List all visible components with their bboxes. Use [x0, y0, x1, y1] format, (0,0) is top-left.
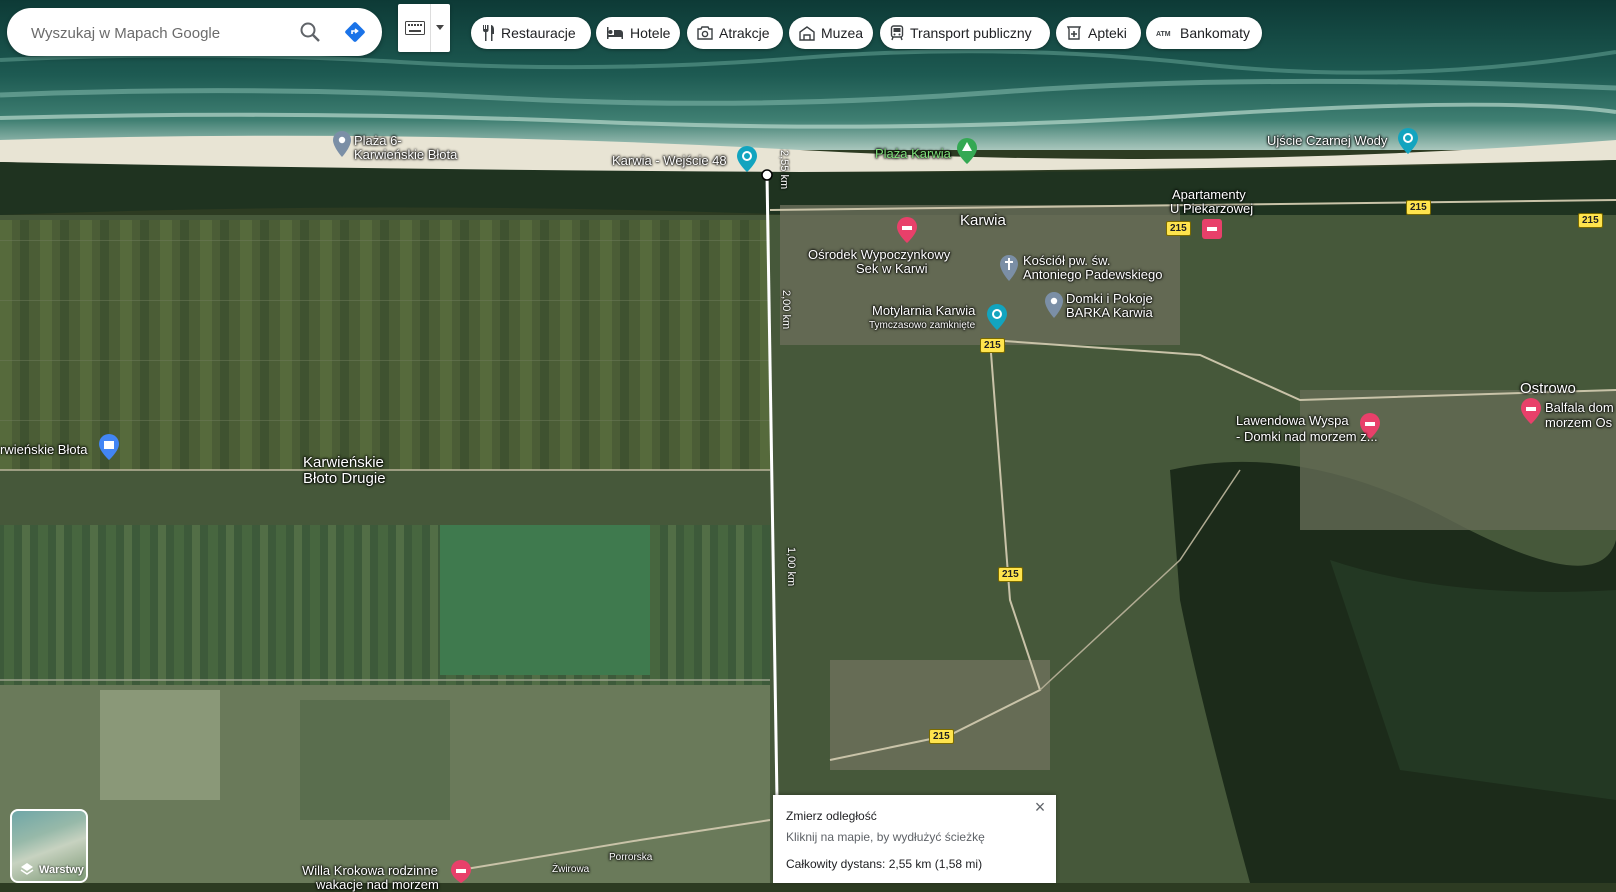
attraction-pin-icon[interactable]	[987, 304, 1007, 330]
distance-label: 2,00 km	[780, 290, 792, 330]
place-label[interactable]: Kościół pw. św.	[1023, 254, 1110, 268]
place-label[interactable]: U Piekarzowej	[1170, 202, 1253, 216]
place-label[interactable]: Karwieńskie Błota	[354, 148, 457, 162]
church-pin-icon[interactable]	[1000, 255, 1018, 281]
street-label: Żwirowa	[552, 864, 590, 875]
pharmacy-icon	[1066, 26, 1082, 40]
place-label[interactable]: rwieńskie Błota	[0, 443, 87, 457]
divider	[430, 4, 431, 52]
place-label[interactable]: Willa Krokowa rodzinne	[302, 864, 438, 878]
road-shield: 215	[998, 567, 1023, 582]
chip-label: Restauracje	[501, 25, 576, 41]
place-label[interactable]: Lawendowa Wyspa	[1236, 414, 1349, 428]
place-label[interactable]: Plaża Karwia	[875, 147, 951, 161]
road-shield: 215	[1578, 213, 1603, 228]
transit-icon	[890, 25, 904, 41]
shopping-pin-icon[interactable]	[99, 434, 119, 460]
chip-atms[interactable]: ATM Bankomaty	[1146, 17, 1262, 49]
town-label: Karwia	[960, 212, 1006, 229]
chip-label: Transport publiczny	[910, 25, 1032, 41]
keyboard-icon	[405, 21, 425, 35]
place-status: Tymczasowo zamknięte	[869, 320, 976, 331]
measure-title: Zmierz odległość	[786, 809, 877, 823]
chip-hotels[interactable]: Hotele	[596, 17, 680, 49]
search-input[interactable]	[29, 20, 283, 46]
road-shield: 215	[1166, 221, 1191, 236]
layers-button[interactable]: Warstwy	[10, 809, 88, 883]
measure-total: Całkowity dystans: 2,55 km (1,58 mi)	[786, 857, 983, 871]
town-label: Ostrowo	[1520, 380, 1576, 397]
place-label[interactable]: Plaża 6-	[354, 134, 402, 148]
chip-label: Hotele	[630, 25, 671, 41]
restaurant-icon	[483, 25, 494, 41]
chip-attractions[interactable]: Atrakcje	[687, 17, 783, 49]
place-label[interactable]: Motylarnia Karwia	[872, 304, 975, 318]
directions-icon[interactable]	[343, 20, 367, 44]
place-label[interactable]: morzem Os	[1545, 416, 1612, 430]
distance-label: 2,55 km	[778, 150, 790, 190]
road-shield: 215	[1406, 200, 1431, 215]
chip-label: Bankomaty	[1180, 25, 1251, 41]
hotel-pin-icon[interactable]	[1202, 219, 1222, 239]
park-pin-icon[interactable]	[957, 138, 977, 164]
place-label[interactable]: Ośrodek Wypoczynkowy	[808, 248, 950, 262]
chip-restaurants[interactable]: Restauracje	[471, 17, 591, 49]
hotel-pin-icon[interactable]	[1521, 398, 1541, 424]
place-pin-icon[interactable]	[333, 131, 351, 157]
attraction-pin-icon[interactable]	[737, 146, 757, 172]
chip-pharmacies[interactable]: Apteki	[1056, 17, 1141, 49]
place-pin-icon[interactable]	[1045, 292, 1063, 318]
place-label[interactable]: Sek w Karwi	[856, 262, 928, 276]
svg-text:ATM: ATM	[1156, 31, 1171, 38]
place-label[interactable]: Apartamenty	[1172, 188, 1246, 202]
atm-icon: ATM	[1156, 31, 1171, 38]
close-icon[interactable]: ×	[1030, 797, 1050, 817]
attraction-pin-icon[interactable]	[1398, 128, 1418, 154]
search-icon[interactable]	[298, 20, 322, 44]
place-label[interactable]: BARKA Karwia	[1066, 306, 1153, 320]
chip-label: Atrakcje	[719, 25, 770, 41]
place-label[interactable]: Ujście Czarnej Wody	[1267, 134, 1387, 148]
place-label[interactable]: wakacje nad morzem	[316, 878, 439, 892]
input-tools-button[interactable]	[398, 4, 450, 52]
search-box[interactable]	[7, 8, 382, 56]
street-label: Porrorska	[609, 852, 653, 863]
place-label[interactable]: Domki i Pokoje	[1066, 292, 1153, 306]
distance-label: 1,00 km	[785, 547, 797, 587]
place-label[interactable]: - Domki nad morzem z...	[1236, 430, 1378, 444]
place-label[interactable]: Karwia - Wejście 48	[612, 154, 727, 168]
chip-label: Muzea	[821, 25, 864, 41]
place-label[interactable]: Balfala dom	[1545, 401, 1614, 415]
chip-museums[interactable]: Muzea	[789, 17, 873, 49]
layers-label: Warstwy	[39, 864, 84, 876]
road-shield: 215	[980, 338, 1005, 353]
hotel-pin-icon[interactable]	[451, 860, 471, 883]
camera-icon	[697, 26, 713, 40]
locality-label: Karwieńskie	[303, 454, 384, 471]
museum-icon	[799, 25, 815, 41]
road-shield: 215	[929, 729, 954, 744]
measure-distance-card: Zmierz odległość Kliknij na mapie, by wy…	[773, 795, 1056, 883]
locality-label: Błoto Drugie	[303, 470, 386, 487]
place-label[interactable]: Antoniego Padewskiego	[1023, 268, 1163, 282]
layers-icon	[20, 863, 34, 875]
chip-label: Apteki	[1088, 25, 1127, 41]
measure-hint: Kliknij na mapie, by wydłużyć ścieżkę	[786, 830, 985, 844]
hotel-pin-icon[interactable]	[897, 217, 917, 243]
chip-transit[interactable]: Transport publiczny	[880, 17, 1050, 49]
chevron-down-icon[interactable]	[435, 25, 445, 31]
hotel-icon	[607, 27, 623, 39]
